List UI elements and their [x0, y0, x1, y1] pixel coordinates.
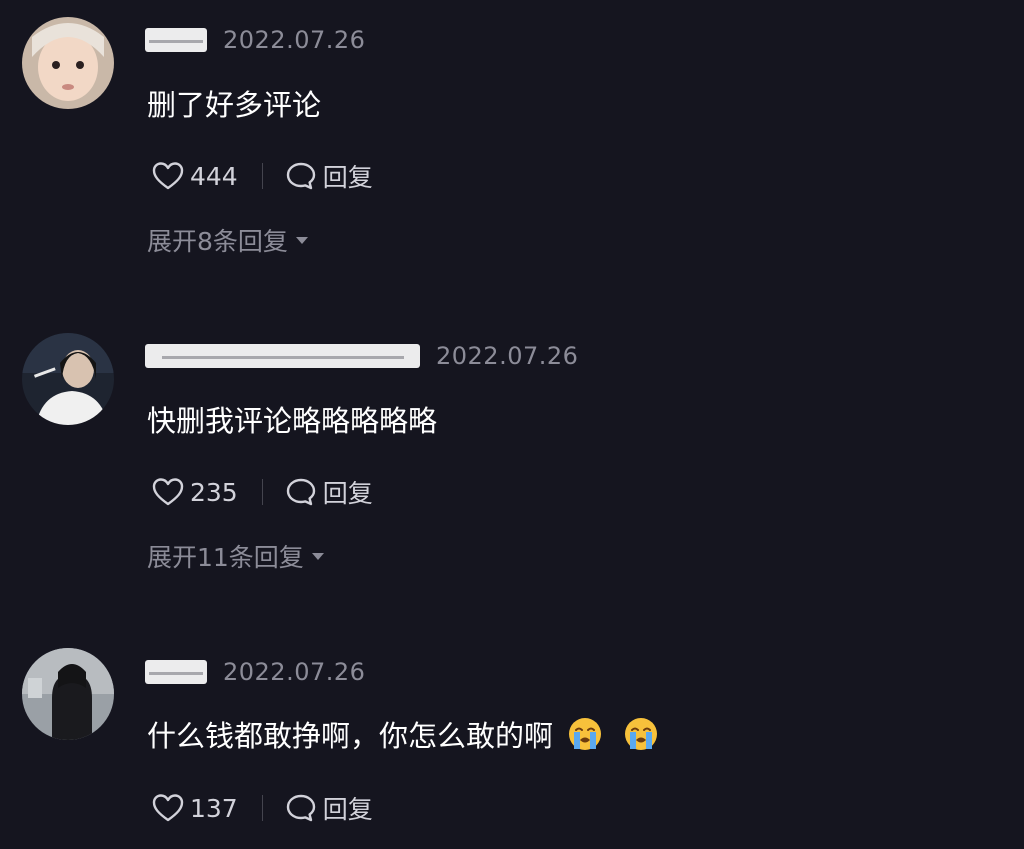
caret-down-icon	[311, 552, 324, 560]
speech-bubble-icon	[286, 794, 315, 822]
reply-label: 回复	[322, 479, 373, 508]
avatar-image	[22, 333, 114, 425]
username-redacted[interactable]	[145, 660, 207, 684]
comment-date: 2022.07.26	[223, 658, 366, 686]
expand-replies-button[interactable]: 展开11条回复	[147, 538, 324, 574]
speech-bubble-icon	[286, 478, 315, 506]
expand-replies-button[interactable]: 展开8条回复	[147, 222, 308, 258]
comment-actions: 444 回复	[152, 156, 373, 196]
comment-text: 删了好多评论	[147, 82, 321, 124]
loudly-crying-face-icon	[625, 718, 658, 750]
comment-text: 快删我评论略略略略略	[147, 398, 437, 440]
like-count: 235	[190, 477, 238, 507]
action-divider	[261, 163, 263, 189]
avatar[interactable]	[22, 648, 114, 740]
comment-meta: 2022.07.26	[145, 22, 365, 58]
comment-meta: 2022.07.26	[145, 654, 365, 690]
username-redacted[interactable]	[145, 344, 420, 368]
username-redacted[interactable]	[145, 28, 207, 52]
reply-button[interactable]: 回复	[285, 790, 373, 826]
avatar-image	[22, 17, 114, 109]
speech-bubble-icon	[286, 162, 315, 190]
avatar[interactable]	[22, 333, 114, 425]
heart-icon	[152, 794, 184, 822]
action-divider	[261, 795, 263, 821]
like-count: 137	[190, 793, 238, 823]
comment-text-content: 什么钱都敢挣啊，你怎么敢的啊	[147, 719, 554, 753]
comment-actions: 137 回复	[152, 788, 373, 828]
comment-text-content: 快删我评论略略略略略	[147, 404, 438, 438]
reply-button[interactable]: 回复	[285, 158, 373, 194]
reply-label: 回复	[322, 163, 373, 192]
comment-text-content: 删了好多评论	[147, 88, 322, 122]
like-count: 444	[190, 161, 238, 191]
reply-button[interactable]: 回复	[285, 474, 373, 510]
action-divider	[261, 479, 263, 505]
avatar-image	[22, 648, 114, 740]
comment-meta: 2022.07.26	[145, 338, 578, 374]
expand-replies-label: 展开8条回复	[147, 227, 288, 256]
comment-date: 2022.07.26	[436, 342, 579, 370]
like-button[interactable]: 137	[152, 793, 238, 823]
expand-replies-label: 展开11条回复	[147, 543, 304, 572]
like-button[interactable]: 444	[152, 161, 238, 191]
reply-label: 回复	[322, 795, 373, 824]
heart-icon	[152, 162, 184, 190]
heart-icon	[152, 478, 184, 506]
comment-actions: 235 回复	[152, 472, 373, 512]
like-button[interactable]: 235	[152, 477, 238, 507]
loudly-crying-face-icon	[569, 718, 602, 750]
avatar[interactable]	[22, 17, 114, 109]
caret-down-icon	[295, 236, 308, 244]
comment-text: 什么钱都敢挣啊，你怎么敢的啊	[147, 713, 659, 755]
comment-date: 2022.07.26	[223, 26, 366, 54]
